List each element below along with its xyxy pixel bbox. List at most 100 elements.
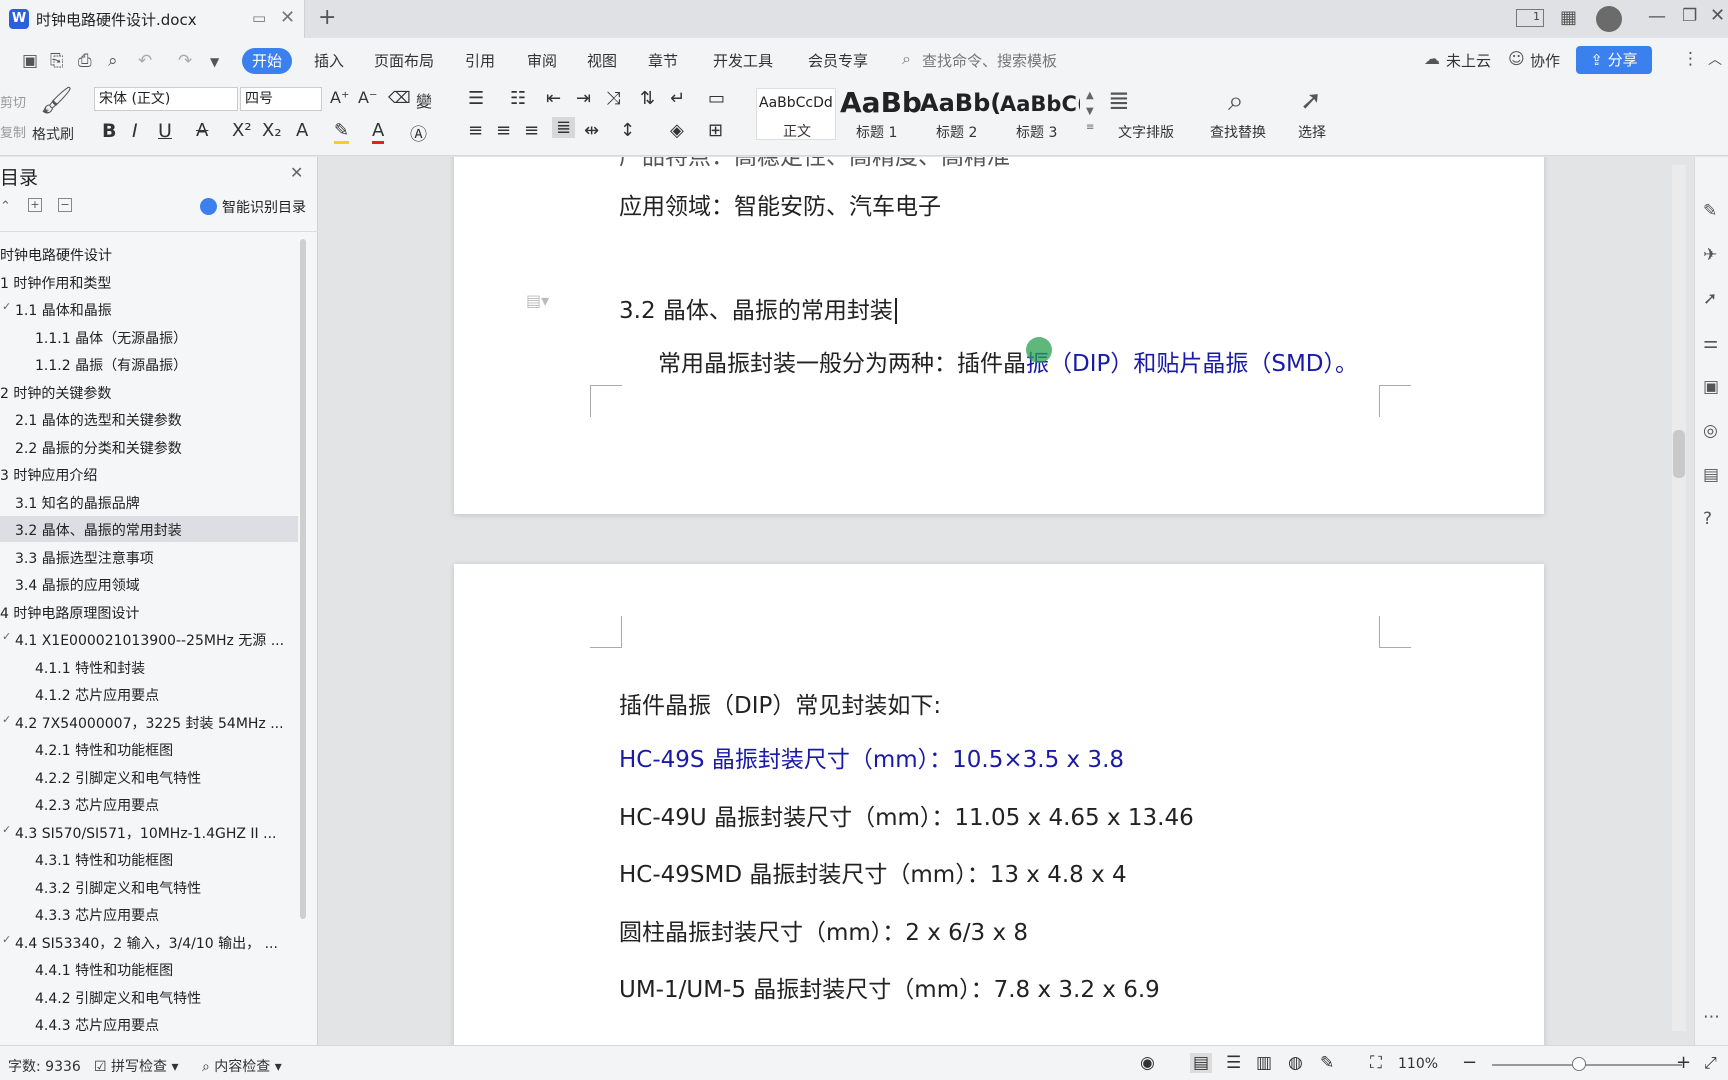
number-list-icon[interactable]: ☷ (510, 88, 526, 109)
preview-icon[interactable]: ⌕ (108, 51, 118, 71)
spell-check-button[interactable]: ☑ 拼写检查 ▾ (94, 1056, 179, 1076)
ruler-icon[interactable]: ▭ (708, 88, 725, 109)
toc-item[interactable]: 1.1.2 晶振（有源晶振） (35, 355, 187, 375)
more-icon[interactable]: ⋮ (1682, 49, 1699, 69)
toc-expand-chevron-icon[interactable]: ✓ (2, 933, 11, 946)
toc-item[interactable]: 4.4.1 特性和功能框图 (35, 960, 173, 980)
quick-menu-chevron-icon[interactable]: ▼ (210, 55, 219, 69)
toc-item[interactable]: 4.3 SI570/SI571，10MHz-1.4GHZ II ... (15, 823, 276, 843)
zoom-slider-thumb[interactable] (1572, 1057, 1586, 1071)
text-layout-icon[interactable]: ≣ (1108, 86, 1130, 116)
toc-item[interactable]: 2.2 晶振的分类和关键参数 (15, 438, 182, 458)
eye-protection-icon[interactable]: ◉ (1140, 1053, 1155, 1073)
toc-expand-chevron-icon[interactable]: ✓ (2, 823, 11, 836)
rocket-icon[interactable]: ✈ (1703, 245, 1717, 265)
style-heading-1[interactable]: AaBb 标题 1 (840, 86, 922, 141)
expand-icon[interactable]: + (28, 198, 42, 212)
text-direction-icon[interactable]: ⤨ (606, 88, 620, 109)
sort-icon[interactable]: ⇅ (640, 88, 655, 109)
document-scrollbar-track[interactable] (1672, 165, 1686, 1031)
select-button[interactable]: 选择 (1298, 122, 1326, 142)
toc-item[interactable]: 4.2 7X54000007，3225 封装 54MHz ... (15, 713, 284, 733)
settings-sliders-icon[interactable]: ⚌ (1703, 333, 1718, 353)
print-icon[interactable]: ⎙ (78, 51, 92, 71)
toc-item[interactable]: 4.2.3 芯片应用要点 (35, 795, 159, 815)
book-icon[interactable]: ▤ (1703, 465, 1719, 485)
shrink-font-icon[interactable]: A⁻ (358, 88, 377, 107)
maximize-icon[interactable]: ❐ (1682, 6, 1697, 26)
style-heading-2[interactable]: AaBb( 标题 2 (920, 86, 1000, 140)
toc-item[interactable]: 4.2.1 特性和功能框图 (35, 740, 173, 760)
tab-developer[interactable]: 开发工具 (713, 50, 773, 71)
find-replace-icon[interactable]: ⌕ (1228, 84, 1244, 118)
content-check-button[interactable]: ⌕ 内容检查 ▾ (202, 1056, 282, 1076)
tab-member[interactable]: 会员专享 (808, 50, 868, 71)
close-tab-icon[interactable]: ✕ (280, 7, 295, 28)
font-color-icon[interactable]: A (372, 120, 385, 144)
toc-item[interactable]: 3.3 晶振选型注意事项 (15, 548, 154, 568)
toc-item[interactable]: 4.4.2 引脚定义和电气特性 (35, 988, 201, 1008)
new-tab-button[interactable]: + (318, 5, 336, 30)
redo-icon[interactable]: ↷ (178, 51, 192, 71)
char-border-icon[interactable]: Ⓐ (410, 120, 427, 145)
close-window-icon[interactable]: ✕ (1710, 5, 1725, 26)
font-size-select[interactable]: 四号 (240, 87, 322, 111)
toc-item[interactable]: 2.1 晶体的选型和关键参数 (15, 410, 182, 430)
format-painter-label[interactable]: 格式刷 (32, 124, 74, 144)
collab-button[interactable]: 协作 (1530, 50, 1560, 71)
help-icon[interactable]: ? (1703, 509, 1712, 529)
tab-insert[interactable]: 插入 (314, 50, 344, 71)
tab-view[interactable]: 视图 (587, 50, 617, 71)
outdent-icon[interactable]: ⇤ (546, 88, 561, 109)
fullscreen-icon[interactable]: ⤢ (1704, 1053, 1717, 1073)
write-view-icon[interactable]: ✎ (1320, 1053, 1334, 1073)
justify-icon[interactable]: ≣ (552, 117, 576, 138)
font-name-select[interactable]: 宋体 (正文) (94, 87, 238, 111)
clear-format-icon[interactable]: ⌫ (388, 88, 411, 107)
tab-chapter[interactable]: 章节 (648, 50, 678, 71)
collapse-ribbon-icon[interactable]: ︿ (1708, 49, 1722, 69)
close-sidebar-icon[interactable]: ✕ (290, 163, 303, 182)
show-marks-icon[interactable]: ↵ (670, 88, 685, 109)
toc-item[interactable]: 3.2 晶体、晶振的常用封装 (15, 520, 182, 540)
align-left-icon[interactable]: ≡ (468, 120, 483, 141)
italic-icon[interactable]: I (132, 120, 138, 142)
apps-grid-icon[interactable]: ▦ (1560, 7, 1577, 28)
toc-item[interactable]: 1.1 晶体和晶振 (15, 300, 112, 320)
export-icon[interactable]: ⎘ (50, 51, 64, 71)
collapse-all-icon[interactable]: ⌃ (0, 199, 11, 214)
sidebar-scrollbar[interactable] (300, 239, 306, 919)
toc-item[interactable]: 3 时钟应用介绍 (0, 465, 97, 485)
word-count[interactable]: 字数: 9336 (8, 1056, 81, 1076)
toc-item[interactable]: 3.4 晶振的应用领域 (15, 575, 140, 595)
select-cursor-icon[interactable]: ➚ (1300, 86, 1322, 116)
highlight-icon[interactable]: ✎ (334, 120, 350, 144)
style-normal[interactable]: AaBbCcDd 正文 (756, 88, 836, 140)
magic-icon[interactable]: ◎ (1703, 421, 1718, 441)
smart-toc-button[interactable]: 智能识别目录 (222, 197, 306, 217)
save-icon[interactable]: ▣ (22, 51, 38, 71)
page-layout-icon[interactable]: 1 (1516, 9, 1544, 27)
image-tool-icon[interactable]: ▣ (1703, 377, 1719, 397)
pointer-icon[interactable]: ➚ (1703, 289, 1717, 309)
toc-item[interactable]: 4.3.1 特性和功能框图 (35, 850, 173, 870)
toc-item[interactable]: 4 时钟电路原理图设计 (0, 603, 139, 623)
cloud-status[interactable]: 未上云 (1446, 50, 1491, 71)
toc-item[interactable]: 4.4.3 芯片应用要点 (35, 1015, 159, 1035)
read-view-icon[interactable]: ▥ (1256, 1053, 1272, 1073)
distribute-icon[interactable]: ⇹ (584, 120, 599, 141)
toc-expand-chevron-icon[interactable]: ✓ (2, 630, 11, 643)
toc-item[interactable]: 1.1.1 晶体（无源晶振） (35, 328, 187, 348)
bold-icon[interactable]: B (102, 120, 116, 142)
toc-item[interactable]: 1 时钟作用和类型 (0, 273, 111, 293)
zoom-slider[interactable] (1492, 1064, 1682, 1066)
borders-icon[interactable]: ⊞ (708, 120, 723, 141)
text-effect-icon[interactable]: A (296, 120, 308, 141)
tab-review[interactable]: 审阅 (527, 50, 557, 71)
zoom-in-icon[interactable]: + (1676, 1052, 1691, 1073)
restore-tab-icon[interactable]: ▭ (252, 9, 266, 27)
toc-expand-chevron-icon[interactable]: ✓ (2, 300, 11, 313)
outline-view-icon[interactable]: ☰ (1226, 1053, 1241, 1073)
tab-start[interactable]: 开始 (242, 48, 292, 74)
tab-references[interactable]: 引用 (465, 50, 495, 71)
